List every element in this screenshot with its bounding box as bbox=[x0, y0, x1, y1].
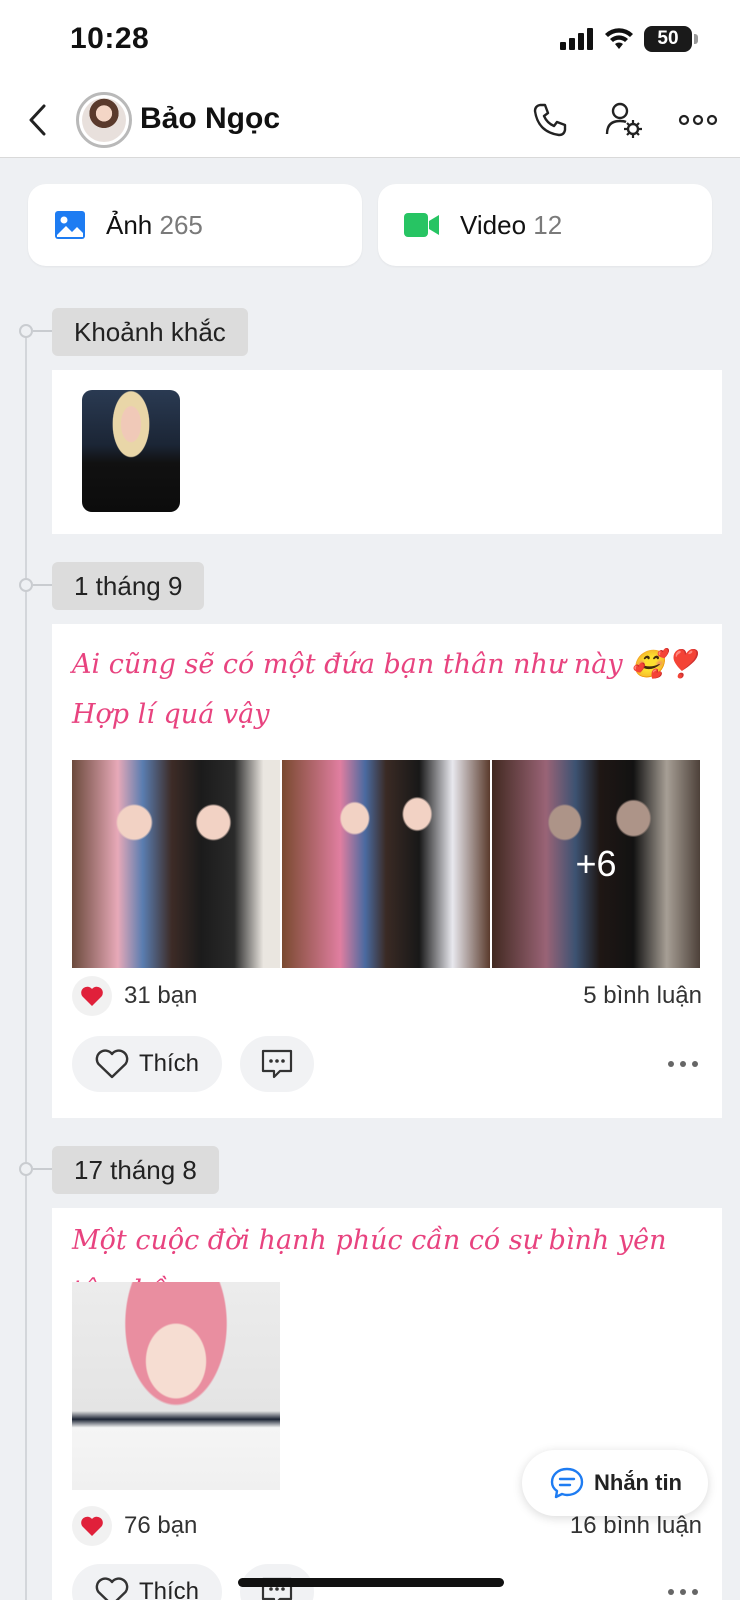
image-icon bbox=[55, 211, 85, 239]
status-time: 10:28 bbox=[70, 22, 150, 55]
avatar[interactable] bbox=[76, 92, 132, 148]
timeline-connector bbox=[33, 584, 53, 586]
timeline-line bbox=[25, 326, 27, 1600]
section-date-chip: Khoảnh khắc bbox=[52, 308, 248, 356]
moments-card bbox=[52, 370, 722, 534]
timeline-connector bbox=[33, 330, 53, 332]
heart-icon bbox=[72, 976, 112, 1016]
post-photo-more[interactable]: +6 bbox=[492, 760, 700, 968]
status-bar: 10:28 50 bbox=[0, 0, 740, 84]
avatar-image bbox=[82, 98, 126, 142]
post-card: Ai cũng sẽ có một đứa bạn thân như này 🥰… bbox=[52, 624, 722, 1118]
heart-icon bbox=[72, 1506, 112, 1546]
post-photo[interactable] bbox=[72, 760, 280, 968]
back-arrow-icon[interactable] bbox=[20, 100, 60, 140]
reaction-summary[interactable]: 76 bạn bbox=[72, 1506, 197, 1546]
battery-level: 50 bbox=[657, 28, 679, 49]
message-button-label: Nhắn tin bbox=[594, 1470, 682, 1495]
section-date-chip: 1 tháng 9 bbox=[52, 562, 205, 610]
comment-button[interactable] bbox=[240, 1036, 314, 1092]
action-row: Thích bbox=[72, 1036, 702, 1092]
videos-label: Video bbox=[460, 209, 527, 240]
contact-name[interactable]: Bảo Ngọc bbox=[140, 102, 280, 136]
wifi-icon bbox=[605, 28, 633, 49]
header-actions bbox=[528, 98, 720, 142]
status-icons: 50 bbox=[560, 26, 698, 52]
more-options-button[interactable] bbox=[676, 98, 720, 142]
video-camera-icon bbox=[404, 213, 439, 237]
reaction-summary[interactable]: 31 bạn bbox=[72, 976, 197, 1016]
like-button[interactable]: Thích bbox=[72, 1036, 222, 1092]
like-button[interactable]: Thích bbox=[72, 1564, 222, 1600]
signal-icon bbox=[560, 28, 593, 50]
like-label: Thích bbox=[138, 1578, 200, 1600]
timeline-dot bbox=[19, 578, 33, 592]
call-button[interactable] bbox=[528, 98, 572, 142]
user-settings-icon bbox=[605, 102, 642, 138]
like-label: Thích bbox=[138, 1050, 200, 1077]
comment-count[interactable]: 16 bình luận bbox=[570, 1512, 702, 1540]
timeline-dot bbox=[19, 324, 33, 338]
post-photo[interactable] bbox=[282, 760, 490, 968]
phone-icon bbox=[533, 103, 567, 137]
profile-header: Bảo Ngọc bbox=[0, 84, 740, 158]
reaction-row: 31 bạn 5 bình luận bbox=[72, 974, 702, 1018]
chat-bubble-icon bbox=[550, 1467, 584, 1499]
comment-count[interactable]: 5 bình luận bbox=[583, 982, 702, 1010]
message-button[interactable]: Nhắn tin bbox=[522, 1450, 708, 1516]
timeline-dot bbox=[19, 1162, 33, 1176]
moment-thumbnail[interactable] bbox=[82, 390, 180, 512]
heart-outline-icon bbox=[95, 1049, 129, 1079]
reaction-count: 76 bạn bbox=[124, 1512, 198, 1539]
videos-count: 12 bbox=[533, 209, 563, 240]
post-more-button[interactable] bbox=[668, 1589, 702, 1595]
post-card: Một cuộc đời hạnh phúc cần có sự bình yê… bbox=[52, 1208, 722, 1600]
post-caption-line: Hợp lí quá vậy bbox=[72, 699, 270, 730]
more-photos-count: +6 bbox=[575, 843, 617, 884]
videos-card[interactable]: Video 12 bbox=[378, 184, 712, 266]
timeline-connector bbox=[33, 1168, 53, 1170]
photos-card[interactable]: Ảnh 265 bbox=[28, 184, 362, 266]
post-photo[interactable] bbox=[72, 1282, 280, 1490]
post-caption: Ai cũng sẽ có một đứa bạn thân như này 🥰… bbox=[72, 640, 698, 740]
more-horizontal-icon bbox=[678, 114, 718, 126]
reaction-count: 31 bạn bbox=[124, 982, 198, 1009]
home-indicator bbox=[238, 1578, 504, 1587]
comment-icon bbox=[261, 1049, 293, 1079]
photos-label: Ảnh bbox=[106, 209, 153, 240]
section-date-chip: 17 tháng 8 bbox=[52, 1146, 219, 1194]
heart-outline-icon bbox=[95, 1577, 129, 1600]
photos-count: 265 bbox=[159, 209, 203, 240]
post-more-button[interactable] bbox=[668, 1061, 702, 1067]
battery-icon: 50 bbox=[644, 26, 698, 52]
profile-settings-button[interactable] bbox=[602, 98, 646, 142]
post-caption-line: Ai cũng sẽ có một đứa bạn thân như này 🥰… bbox=[72, 649, 699, 680]
